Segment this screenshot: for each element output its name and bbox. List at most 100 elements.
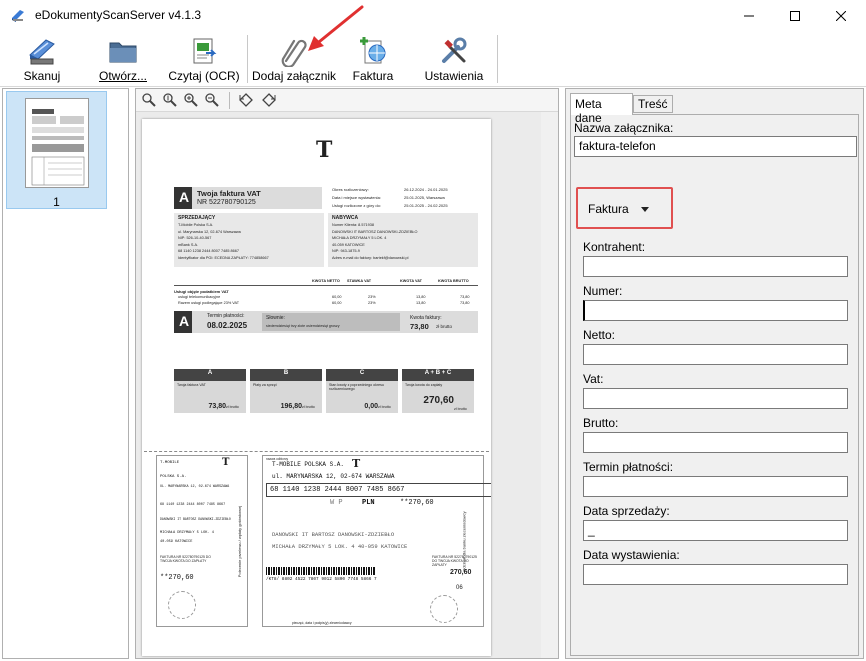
rotate-right-icon[interactable]: [261, 92, 277, 108]
field-input[interactable]: _: [583, 520, 848, 541]
tab-tresc[interactable]: Treść: [633, 95, 673, 113]
field-label: Data sprzedaży:: [583, 504, 670, 518]
due-type-letter: A: [179, 313, 190, 329]
metadata-panel: Meta dane Treść Nazwa załącznika: faktur…: [565, 88, 864, 659]
scan-button[interactable]: Skanuj: [8, 33, 76, 85]
close-icon: [836, 10, 846, 21]
due-label: Termin płatności:: [207, 313, 245, 319]
slip-side-mid: Polecenie przelewu / wpłaty gotówkowej: [237, 505, 243, 578]
tab-meta-dane[interactable]: Meta dane: [570, 93, 633, 125]
chevron-down-icon: [641, 207, 649, 212]
due-date: 08.02.2025: [207, 321, 248, 330]
paperclip-icon: [281, 39, 307, 67]
field-label: Brutto:: [583, 416, 619, 430]
buyer-line: NIP: 943-1875-9: [332, 249, 360, 253]
summary-value: 0,00: [364, 403, 378, 410]
buyer-line: MICHAŁA DRZYMAŁY 5 LOK. 4: [332, 236, 387, 240]
rotate-left-icon[interactable]: [238, 92, 254, 108]
zoom-out-icon[interactable]: [204, 92, 220, 108]
maximize-icon: [790, 10, 800, 21]
settings-button[interactable]: Ustawienia: [420, 33, 488, 85]
field-input[interactable]: [583, 344, 848, 365]
field-label: Numer:: [583, 284, 623, 298]
table-row-stawka: 23%: [368, 301, 376, 305]
slip-wp: W P: [330, 499, 343, 507]
close-button[interactable]: [818, 0, 864, 31]
field-label: Vat:: [583, 372, 604, 386]
attachment-name-input[interactable]: faktura-telefon: [574, 136, 857, 157]
viewer-scrollbar[interactable]: [541, 112, 558, 658]
slip-address-short: UL. MARYNARSKA 12, 02-674 WARSZAWA: [160, 485, 230, 489]
summary-desc: Twoja faktura VAT: [177, 383, 206, 387]
table-row-brutto: 73,80: [460, 295, 470, 299]
buyer-line: Numer Klienta: 8.571938: [332, 223, 375, 227]
slip-address: ul. MARYNARSKA 12, 02-674 WARSZAWA: [272, 473, 395, 480]
field-input[interactable]: [583, 388, 848, 409]
buyer-line: 40-059 KATOWICE: [332, 242, 365, 247]
add-attachment-label: Dodaj załącznik: [252, 69, 337, 83]
seller-line: 68 1140 1238 2444 8007 7485 8667: [178, 249, 239, 253]
slip-amount: **270,60: [400, 499, 434, 507]
field-input[interactable]: [583, 432, 848, 453]
maximize-button[interactable]: [772, 0, 818, 31]
table-row-netto: 60,00: [332, 301, 342, 305]
date-line-key: Usługi rozliczone z góry do:: [332, 203, 381, 208]
buyer-line: DANOWSKI IT BARTOSZ DANOWSKI-ZDZIEBŁO: [332, 229, 418, 234]
thumbnail-preview-icon: [31, 109, 85, 186]
table-section: Usługi objęte podatkiem VAT: [174, 289, 229, 294]
summary-desc: Stan kwoty z poprzedniego okresu rozlicz…: [329, 383, 384, 391]
thumbnail-page-preview: [25, 98, 89, 188]
field-input[interactable]: [583, 564, 848, 585]
field-label: Termin płatności:: [583, 460, 674, 474]
minimize-button[interactable]: [726, 0, 772, 31]
table-header-cell: KWOTA VAT: [400, 279, 423, 283]
summary-unit: zł brutto: [302, 405, 315, 409]
doc-type-letter: A: [179, 189, 190, 205]
slip-left-amount: **270,60: [160, 574, 194, 582]
summary-unit: zł brutto: [378, 405, 391, 409]
scanner-icon: [29, 39, 55, 65]
tab-body: Nazwa załącznika: faktura-telefon Faktur…: [570, 114, 859, 656]
seller-line: Identyfikator dla PGI: ECEDNA ZAPŁATY: 7…: [178, 255, 269, 260]
field-label: Kontrahent:: [583, 240, 646, 254]
table-row-brutto: 73,80: [460, 301, 470, 305]
field-label: Data wystawienia:: [583, 548, 680, 562]
toolbar-separator-2: [497, 35, 498, 83]
table-header-cell: KWOTA BRUTTO: [438, 279, 469, 283]
summary-desc: Płaty za sprzęt: [253, 383, 277, 387]
summary-head: A: [207, 370, 213, 376]
invoice-button[interactable]: Faktura: [344, 33, 402, 85]
slip-account: 68 1140 1238 2444 8007 7485 8667: [270, 486, 405, 494]
toolbar-separator: [247, 35, 248, 83]
slip-payer-short3: 40-059 KATOWICE: [160, 540, 193, 544]
thumbnail-item[interactable]: 1: [6, 91, 107, 209]
field-input[interactable]: [583, 300, 848, 321]
words-label: Słownie:: [266, 315, 285, 321]
scan-label: Skanuj: [23, 69, 61, 83]
summary-desc: Twoja kwota do zapłaty: [405, 383, 443, 387]
summary-head: C: [359, 370, 365, 376]
ocr-button[interactable]: Czytaj (OCR): [168, 33, 240, 85]
buyer-header: NABYWCA: [332, 215, 359, 221]
doc-type-dropdown[interactable]: Faktura: [576, 187, 673, 229]
seller-line: T-Mobile Polska S.A.: [178, 223, 214, 227]
open-button[interactable]: Otwórz...: [90, 33, 156, 85]
zoom-fit-icon[interactable]: [141, 92, 157, 108]
slip-receiver-short: T-MOBILE: [160, 461, 180, 465]
table-header-cell: KWOTA NETTO: [312, 279, 340, 283]
add-attachment-button[interactable]: Dodaj załącznik: [252, 33, 337, 85]
field-input[interactable]: [583, 256, 848, 277]
slip-currency: PLN: [362, 499, 375, 507]
date-line-key: Okres rozliczeniowy:: [332, 187, 369, 192]
slip-bottom-label: pieczęć, data i podpis(y) zleceniodawcy: [292, 621, 352, 625]
slip-ref-amount: 270,60: [450, 569, 472, 576]
zoom-actual-icon[interactable]: [162, 92, 178, 108]
date-line-value: 25.01.2025 - 24.02.2025: [404, 203, 448, 208]
slip-right-circle: [430, 595, 458, 623]
title-bar: eDokumentyScanServer v4.1.3: [0, 0, 866, 31]
zoom-in-icon[interactable]: [183, 92, 199, 108]
field-input[interactable]: [583, 476, 848, 497]
doc-type-selected: Faktura: [588, 202, 629, 216]
slip-payer-name: DANOWSKI IT BARTOSZ DANOWSKI-ZDZIEBŁO: [272, 531, 395, 538]
summary-unit: zł brutto: [226, 405, 239, 409]
